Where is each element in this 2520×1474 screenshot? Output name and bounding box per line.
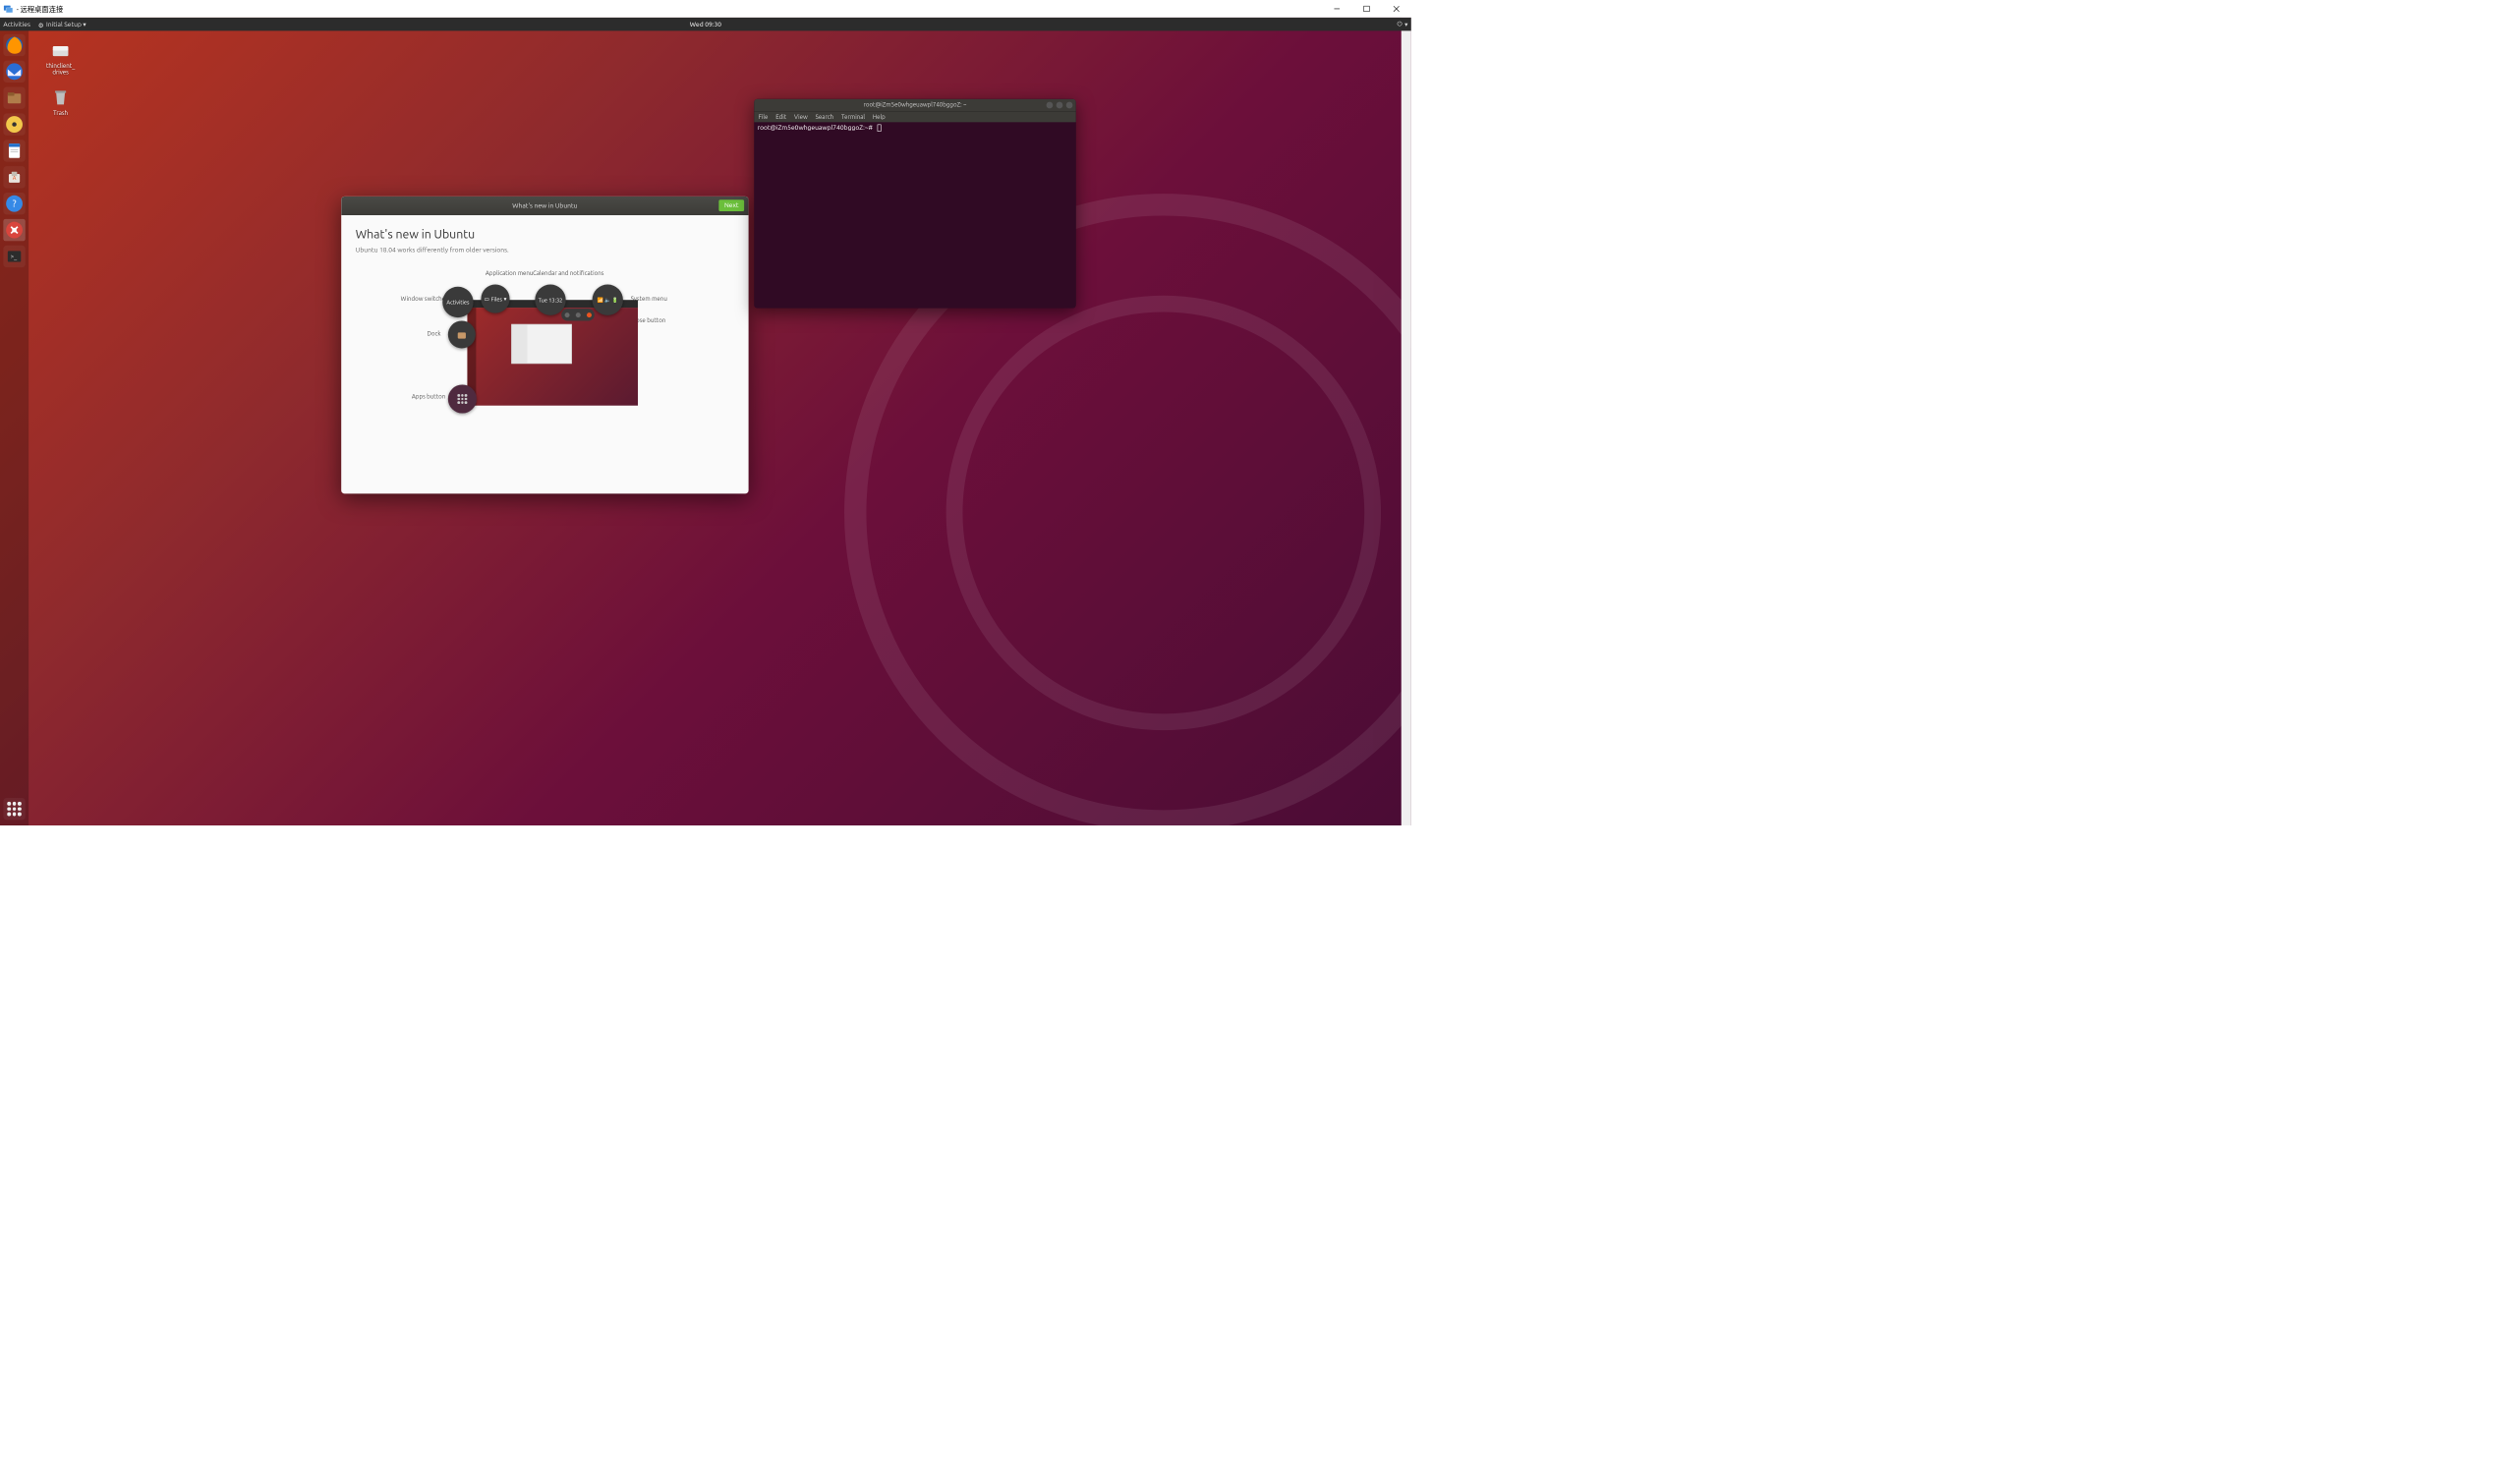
terminal-cursor [878, 125, 882, 132]
menu-edit[interactable]: Edit [775, 114, 786, 121]
dock-writer[interactable] [3, 140, 25, 161]
svg-text:>_: >_ [11, 254, 18, 260]
dock-terminal[interactable]: >_ [3, 246, 25, 267]
welcome-diagram: Application menu Calendar and notificati… [356, 267, 734, 466]
apps-grid-icon [7, 802, 22, 817]
label-apps-button: Apps button [412, 393, 445, 400]
diagram-apps-button-chip [448, 384, 477, 413]
apps-grid-icon [457, 394, 467, 404]
menu-file[interactable]: File [759, 114, 769, 121]
dock-firefox[interactable] [3, 34, 25, 56]
dock-settings[interactable] [3, 219, 25, 241]
welcome-heading: What's new in Ubuntu [356, 227, 734, 241]
welcome-titlebar[interactable]: What's new in Ubuntu Next [341, 197, 748, 215]
menu-search[interactable]: Search [816, 114, 834, 121]
rdp-maximize-button[interactable] [1351, 0, 1381, 18]
power-icon: ⏻ [1398, 21, 1403, 28]
welcome-window: What's new in Ubuntu Next What's new in … [341, 197, 748, 493]
rdp-window-title: - 远程桌面连接 [17, 3, 1322, 14]
terminal-title: root@iZm5e0whgeuawpl740bggoZ: ~ [864, 102, 967, 109]
folder-icon: ▭ [485, 296, 489, 303]
desktop-icon-thinclient-drives[interactable]: thinclient_ drives [38, 38, 83, 76]
dock-help[interactable]: ? [3, 193, 25, 214]
drive-icon [49, 38, 71, 60]
welcome-subtext: Ubuntu 18.04 works differently from olde… [356, 247, 734, 254]
diagram-window-controls [561, 309, 595, 320]
dock-rhythmbox[interactable] [3, 113, 25, 135]
rdp-close-button[interactable] [1382, 0, 1411, 18]
label-window-switcher: Window switcher [401, 296, 448, 303]
welcome-body: What's new in Ubuntu Ubuntu 18.04 works … [341, 215, 748, 478]
activities-button[interactable]: Activities [3, 21, 30, 28]
chip-text: Activities [446, 299, 469, 305]
menu-terminal[interactable]: Terminal [841, 114, 865, 121]
diagram-dock-chip [448, 320, 476, 348]
menu-help[interactable]: Help [873, 114, 886, 121]
terminal-maximize-button[interactable] [1057, 102, 1063, 109]
next-button[interactable]: Next [718, 199, 744, 211]
rdp-window-controls [1322, 0, 1411, 18]
terminal-close-button[interactable] [1066, 102, 1073, 109]
diagram-files-chip: ▭ Files ▾ [481, 285, 509, 313]
welcome-title: What's new in Ubuntu [512, 202, 577, 209]
chevron-down-icon: ▾ [1404, 21, 1407, 28]
dock-software[interactable]: A [3, 166, 25, 188]
initial-setup-menu[interactable]: ⚙ Initial Setup ▾ [38, 21, 86, 28]
ubuntu-desktop[interactable]: Activities ⚙ Initial Setup ▾ Wed 09:30 ⏻… [0, 18, 1411, 825]
dock: A ? >_ [0, 30, 29, 825]
dock-thunderbird[interactable] [3, 61, 25, 83]
initial-setup-label: Initial Setup [46, 21, 82, 28]
terminal-window: root@iZm5e0whgeuawpl740bggoZ: ~ File Edi… [754, 99, 1076, 309]
svg-text:A: A [13, 176, 17, 182]
rdp-icon [3, 4, 13, 14]
chip-text: Files [491, 296, 502, 302]
desktop-icons: thinclient_ drives Trash [38, 38, 83, 117]
label-application-menu: Application menu [486, 270, 534, 277]
label-calendar: Calendar and notifications [533, 270, 603, 277]
rdp-minimize-button[interactable] [1322, 0, 1351, 18]
terminal-window-controls [1047, 102, 1073, 109]
system-status-area[interactable]: ⏻ ▾ [1398, 21, 1408, 28]
diagram-system-chip: 📶 🔈 🔋 [593, 285, 623, 315]
chevron-down-icon: ▾ [504, 296, 507, 303]
terminal-prompt: root@iZm5e0whgeuawpl740bggoZ:~# [758, 125, 873, 132]
chevron-down-icon: ▾ [83, 21, 86, 28]
rdp-scrollbar[interactable] [1402, 18, 1411, 825]
desktop-icon-label: Trash [38, 110, 83, 117]
diagram-time-chip: Tue 13:32 [535, 285, 565, 315]
terminal-titlebar[interactable]: root@iZm5e0whgeuawpl740bggoZ: ~ [754, 99, 1076, 111]
diagram-mini-window [511, 324, 572, 364]
dock-files[interactable] [3, 86, 25, 108]
rdp-titlebar: - 远程桌面连接 [0, 0, 1411, 18]
desktop-icon-label: thinclient_ drives [38, 63, 83, 76]
desktop-icon-trash[interactable]: Trash [38, 85, 83, 116]
show-applications-button[interactable] [3, 798, 25, 820]
label-dock: Dock [428, 331, 441, 338]
gear-icon: ⚙ [38, 22, 45, 28]
trash-icon [49, 85, 71, 107]
clock[interactable]: Wed 09:30 [690, 21, 721, 28]
svg-text:?: ? [13, 198, 17, 209]
diagram-mini-desktop [467, 300, 638, 406]
chip-text: Tue 13:32 [539, 297, 563, 303]
gnome-topbar: Activities ⚙ Initial Setup ▾ Wed 09:30 ⏻… [0, 18, 1411, 30]
terminal-body[interactable]: root@iZm5e0whgeuawpl740bggoZ:~# [754, 122, 1076, 134]
terminal-menubar: File Edit View Search Terminal Help [754, 111, 1076, 122]
diagram-activities-chip: Activities [442, 287, 473, 317]
menu-view[interactable]: View [794, 114, 808, 121]
terminal-minimize-button[interactable] [1047, 102, 1054, 109]
